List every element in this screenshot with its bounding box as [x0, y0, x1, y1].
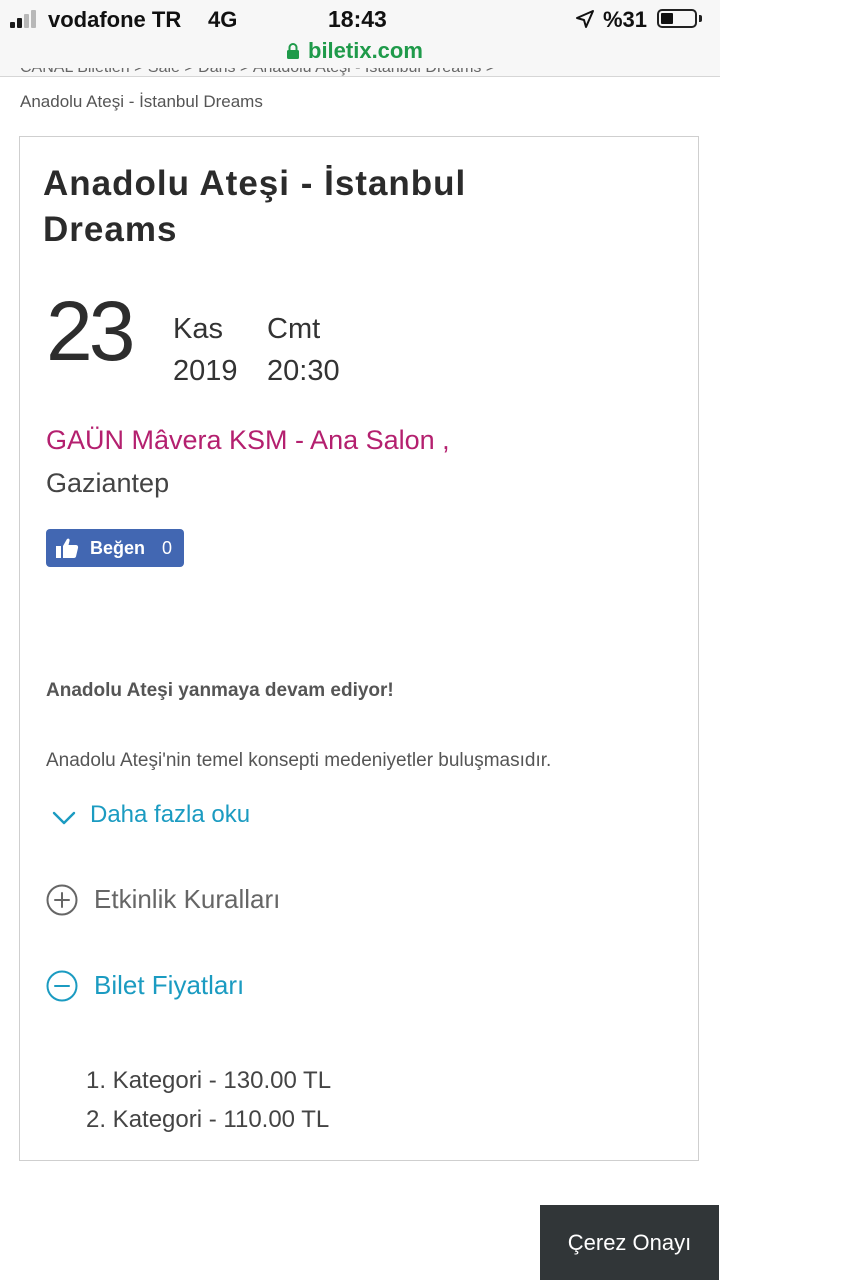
- like-count: 0: [162, 538, 173, 558]
- venue-link[interactable]: GAÜN Mâvera KSM - Ana Salon ,: [46, 425, 450, 456]
- carrier-name: vodafone TR: [48, 7, 182, 32]
- event-day: 23: [46, 284, 135, 378]
- event-rules-label: Etkinlik Kuralları: [94, 884, 281, 914]
- like-label: Beğen: [90, 538, 146, 558]
- price-item: 1. Kategori - 130.00 TL: [86, 1067, 332, 1094]
- event-time: 20:30: [267, 355, 340, 387]
- price-item: 2. Kategori - 110.00 TL: [86, 1106, 330, 1133]
- battery-percent: %31: [603, 7, 648, 32]
- description-headline: Anadolu Ateşi yanmaya devam ediyor!: [46, 680, 394, 701]
- battery-icon: [657, 9, 697, 28]
- network-type: 4G: [208, 7, 238, 32]
- lock-icon: [287, 43, 299, 59]
- breadcrumb-current: Anadolu Ateşi - İstanbul Dreams: [20, 92, 263, 111]
- breadcrumb-partial: CANAL Biletleri > Sale > Dans > Anadolu …: [20, 68, 495, 80]
- cookie-consent-button[interactable]: Çerez Onayı: [540, 1205, 719, 1280]
- status-time: 18:43: [328, 6, 387, 32]
- status-bar: vodafone TR 4G 18:43 %31 biletix.com: [0, 0, 720, 77]
- plus-circle-icon: [46, 884, 78, 916]
- description-text: Anadolu Ateşi'nin temel konsepti medeniy…: [46, 750, 552, 771]
- event-city: Gaziantep: [46, 468, 170, 498]
- signal-strength-icon: [10, 10, 46, 28]
- facebook-like-button[interactable]: Beğen 0: [46, 529, 184, 567]
- background-area: [720, 0, 844, 1280]
- battery-tip: [699, 15, 702, 22]
- location-arrow-icon: [576, 10, 594, 28]
- event-title: Anadolu Ateşi - İstanbul Dreams: [43, 164, 467, 249]
- event-year: 2019: [173, 355, 238, 387]
- event-month: Kas: [173, 313, 223, 345]
- thumbs-up-icon: [56, 538, 79, 558]
- read-more-label: Daha fazla oku: [90, 801, 251, 828]
- url-bar[interactable]: biletix.com: [308, 38, 423, 64]
- minus-circle-icon: [46, 970, 78, 1002]
- page: vodafone TR 4G 18:43 %31 biletix.com CAN…: [0, 0, 720, 1280]
- ticket-prices-label: Bilet Fiyatları: [94, 970, 245, 1000]
- event-card: Anadolu Ateşi - İstanbul Dreams 23 Kas C…: [19, 136, 699, 1161]
- chevron-down-icon: [52, 811, 76, 825]
- event-weekday: Cmt: [267, 313, 321, 345]
